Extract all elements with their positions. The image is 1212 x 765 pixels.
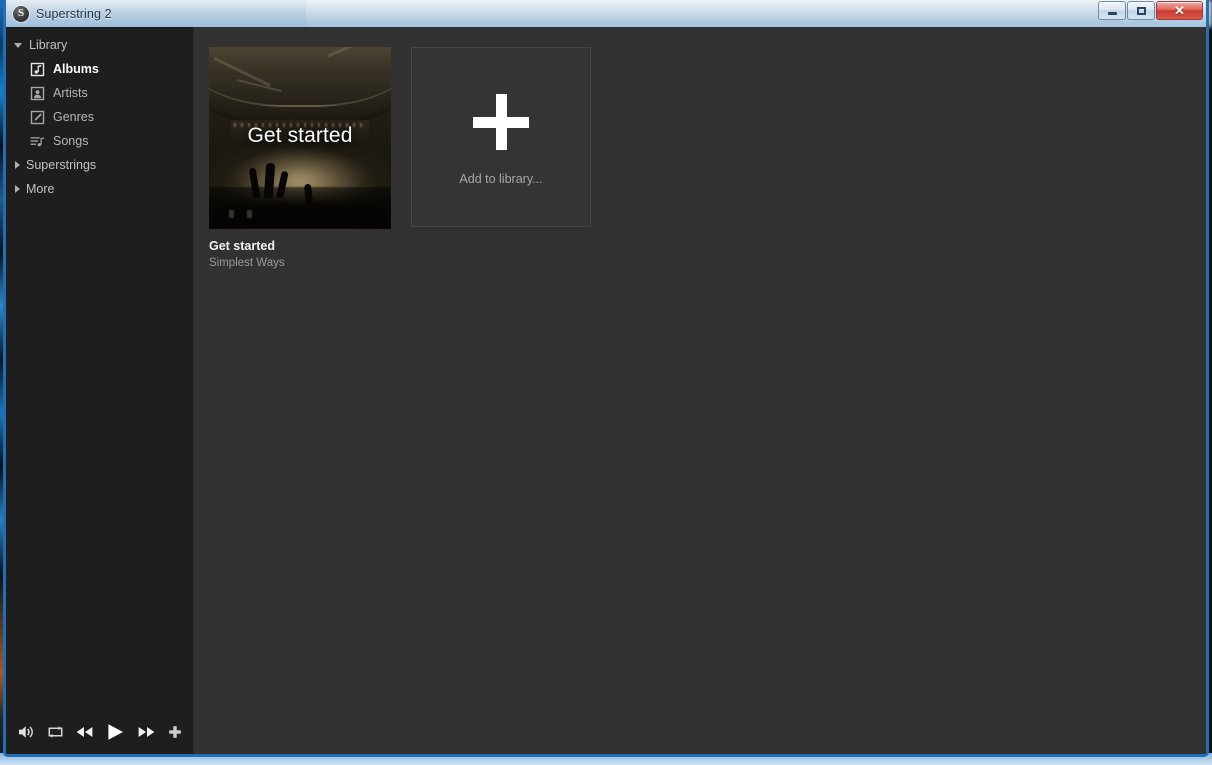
- volume-icon: [18, 724, 36, 740]
- album-card[interactable]: Get started Get started Simplest Ways: [209, 47, 391, 271]
- album-metadata: Get started Simplest Ways: [209, 229, 391, 271]
- sidebar-group-label: Library: [29, 38, 68, 52]
- sidebar-item-label: Songs: [53, 134, 89, 148]
- artwork-phone-light: [247, 210, 252, 219]
- content-area: Get started Get started Simplest Ways Ad…: [194, 27, 1206, 754]
- plus-icon: [473, 94, 529, 150]
- artists-icon: [30, 86, 45, 101]
- chevron-down-icon[interactable]: [14, 42, 22, 48]
- album-grid: Get started Get started Simplest Ways Ad…: [194, 27, 1206, 271]
- album-artwork-title: Get started: [247, 124, 353, 148]
- close-button[interactable]: ✕: [1156, 1, 1203, 20]
- add-to-library-label: Add to library...: [459, 172, 543, 186]
- close-icon: ✕: [1174, 3, 1185, 18]
- sidebar-item-albums[interactable]: Albums: [6, 57, 193, 81]
- sidebar-group-label: Superstrings: [26, 158, 97, 172]
- sidebar-item-label: Artists: [53, 86, 88, 100]
- previous-button[interactable]: [75, 724, 94, 740]
- desktop-background: Superstring 2 ✕: [0, 0, 1212, 765]
- sidebar-group-library[interactable]: Library: [6, 33, 193, 57]
- genres-icon: [30, 110, 45, 125]
- sidebar: Library Albums Artists Genres Songs Supe…: [6, 27, 209, 754]
- play-icon: [105, 722, 126, 742]
- add-button[interactable]: [167, 724, 183, 740]
- minimize-icon: [1107, 12, 1117, 15]
- superstring-logo-icon: [13, 5, 29, 22]
- sidebar-group-label: More: [26, 182, 55, 196]
- sidebar-item-label: Genres: [53, 110, 94, 124]
- sidebar-item-genres[interactable]: Genres: [6, 105, 193, 129]
- play-button[interactable]: [105, 722, 126, 742]
- sidebar-item-songs[interactable]: Songs: [6, 129, 193, 153]
- songs-icon: [30, 134, 45, 149]
- chevron-right-icon[interactable]: [15, 185, 20, 193]
- navigation-tree: Library Albums Artists Genres Songs Supe…: [6, 27, 193, 201]
- next-icon: [137, 724, 156, 740]
- window-title: Superstring 2: [36, 6, 112, 21]
- albums-icon: [30, 62, 45, 77]
- album-artist: Simplest Ways: [209, 257, 285, 269]
- volume-button[interactable]: [18, 724, 36, 740]
- add-to-library-card[interactable]: Add to library...: [411, 47, 591, 227]
- chevron-right-icon[interactable]: [15, 161, 20, 169]
- application-window: Superstring 2 ✕: [3, 0, 1209, 757]
- minimize-button[interactable]: [1098, 1, 1126, 20]
- sidebar-group-superstrings[interactable]: Superstrings: [6, 153, 193, 177]
- sidebar-item-label: Albums: [53, 62, 99, 76]
- repeat-button[interactable]: [47, 724, 64, 740]
- artwork-phone-light: [229, 210, 234, 219]
- add-icon: [167, 724, 183, 740]
- maximize-icon: [1136, 6, 1146, 15]
- album-artwork[interactable]: Get started: [209, 47, 391, 229]
- album-title: Get started: [209, 239, 275, 253]
- previous-icon: [75, 724, 94, 740]
- window-titlebar[interactable]: Superstring 2 ✕: [6, 0, 1206, 27]
- sidebar-group-more[interactable]: More: [6, 177, 193, 201]
- titlebar-glass-tint: [306, 0, 1206, 27]
- window-body: Library Albums Artists Genres Songs Supe…: [6, 27, 1206, 754]
- next-button[interactable]: [137, 724, 156, 740]
- maximize-button[interactable]: [1127, 1, 1155, 20]
- artwork-tent-canopy-edge: [209, 47, 391, 108]
- window-controls: ✕: [1097, 1, 1203, 20]
- player-control-bar: [6, 710, 209, 754]
- repeat-icon: [47, 724, 64, 740]
- artwork-crowd: [209, 187, 391, 229]
- sidebar-item-artists[interactable]: Artists: [6, 81, 193, 105]
